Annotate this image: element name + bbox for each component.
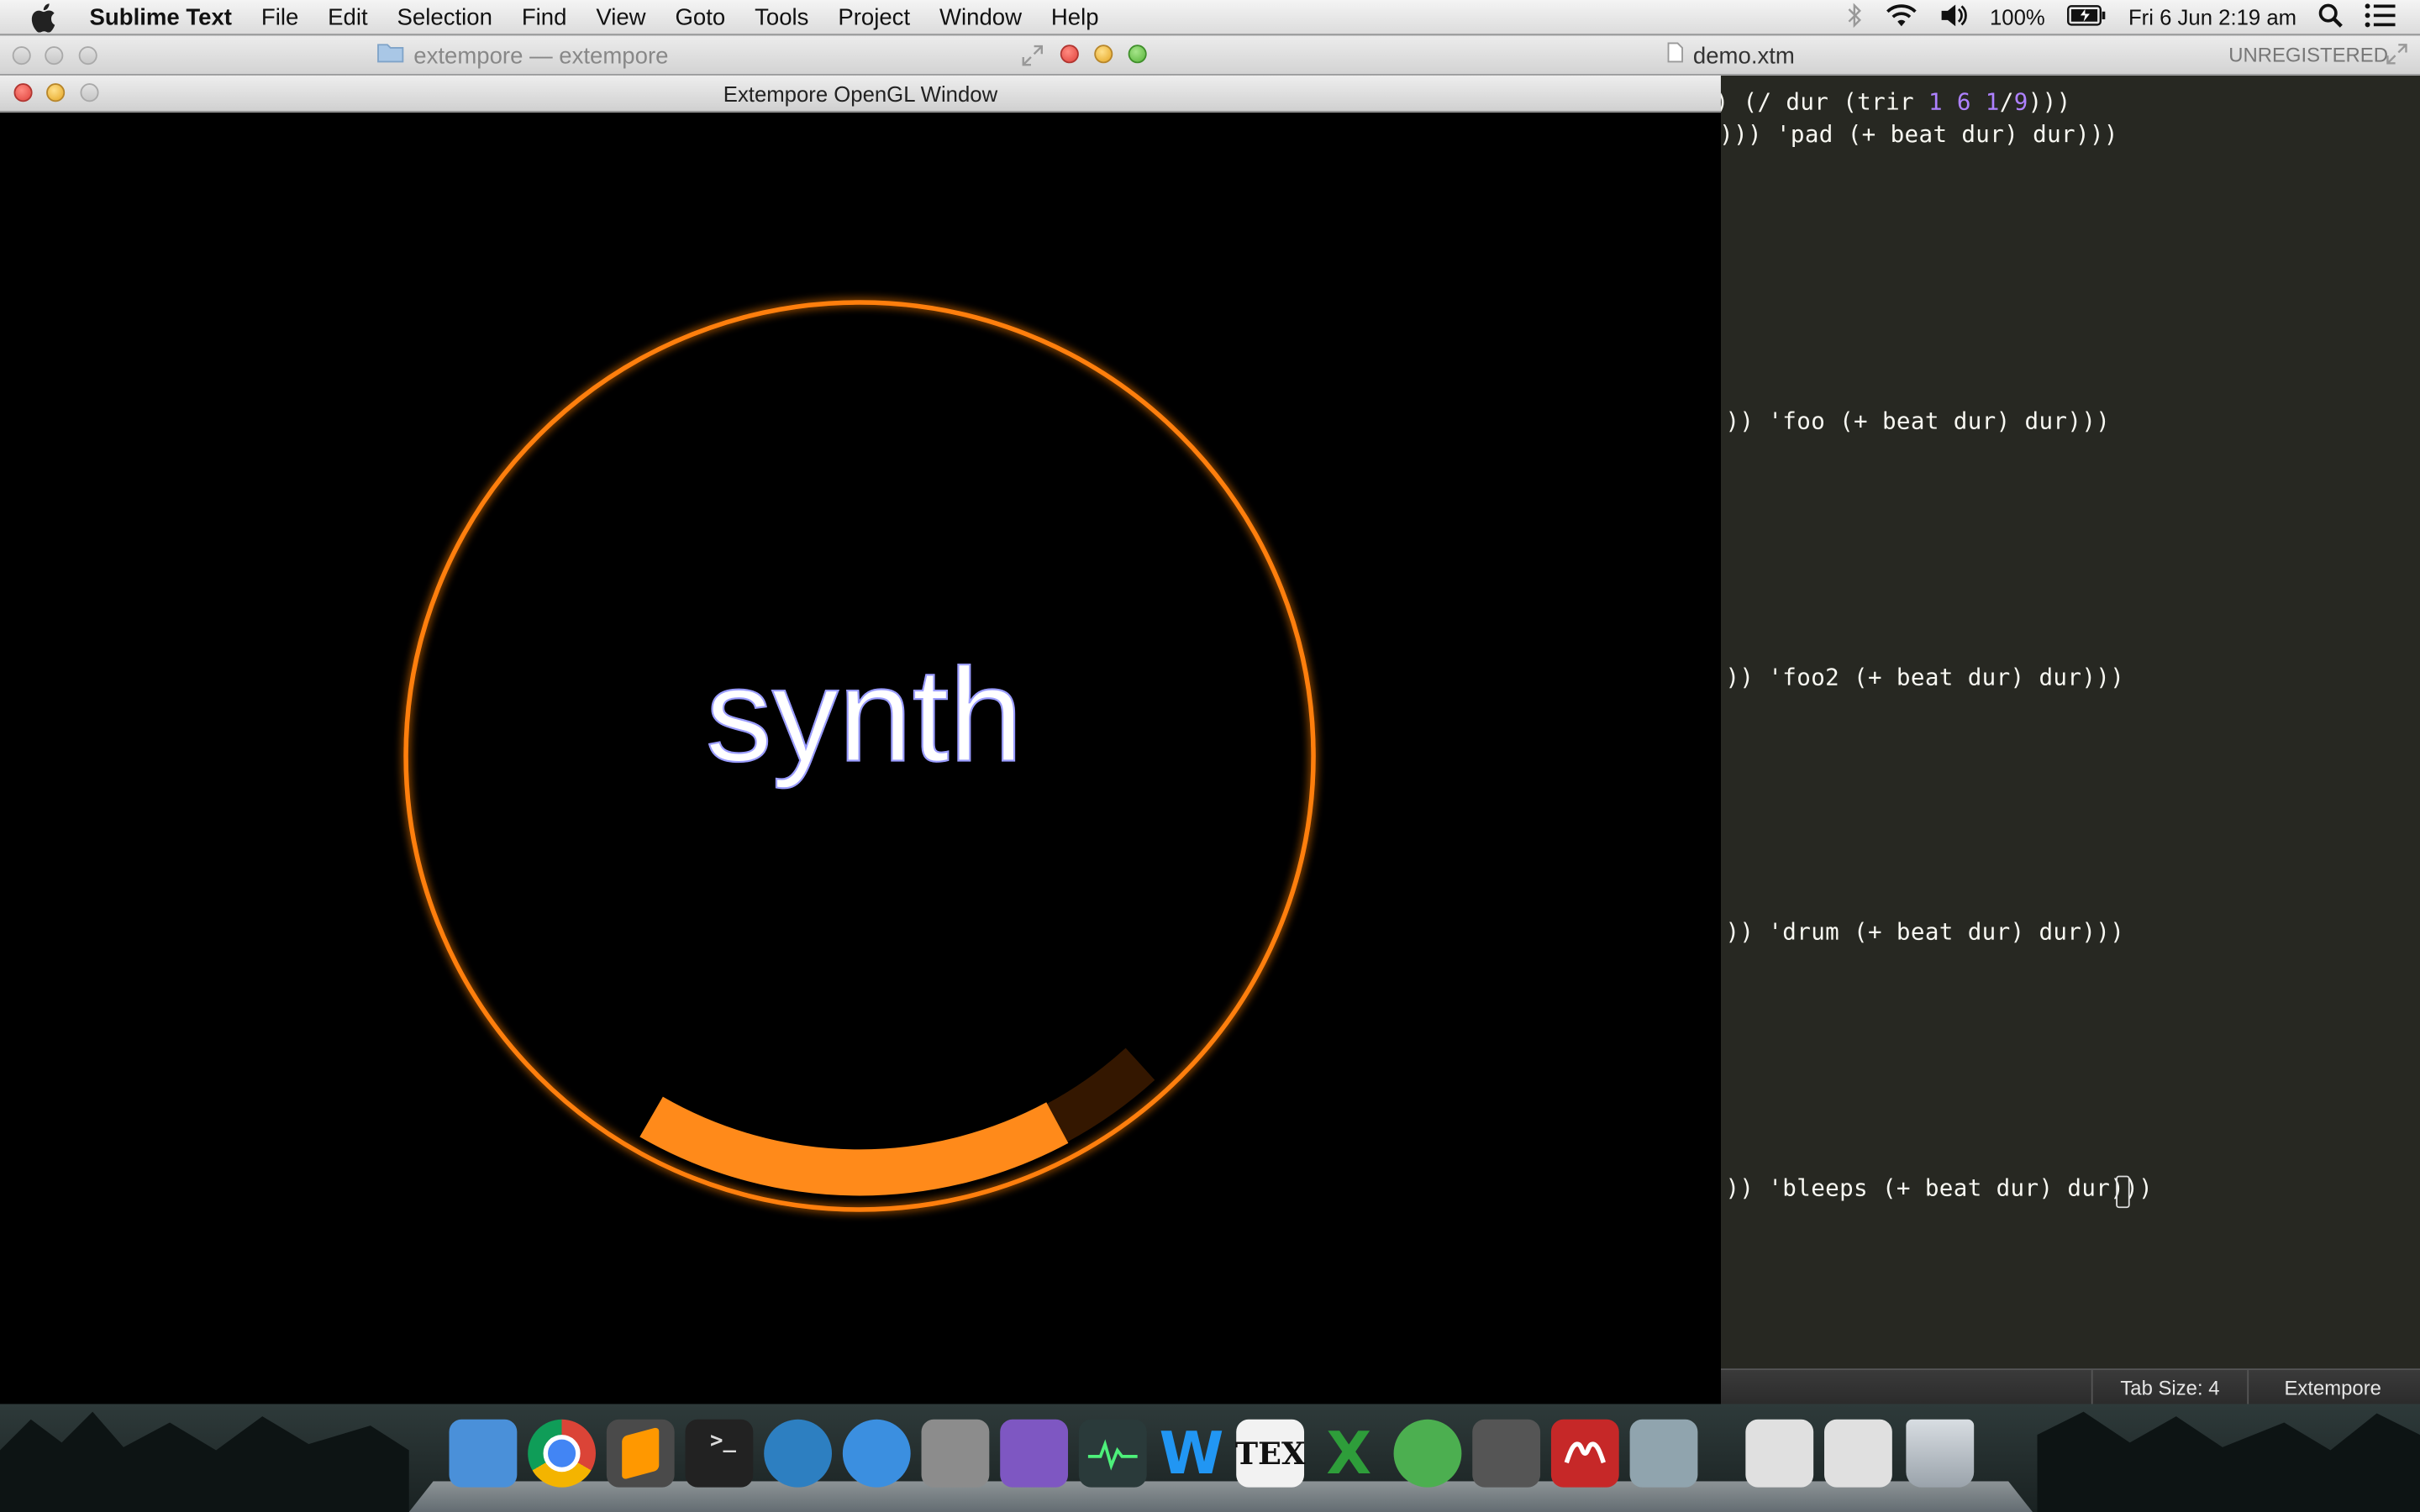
clock[interactable]: Fri 6 Jun 2:19 am xyxy=(2128,5,2296,29)
menubar: Sublime Text File Edit Selection Find Vi… xyxy=(0,0,2420,36)
code-editor[interactable]: ) (/ dur (trir 1 6 1/9))) ))) 'pad (+ be… xyxy=(1720,76,2420,1369)
code-line[interactable]: ))) 'pad (+ beat dur) dur))) xyxy=(1721,120,2118,148)
syntax-selector[interactable]: Extempore xyxy=(2245,1370,2420,1405)
fullscreen-icon[interactable] xyxy=(1022,45,1044,74)
excel-icon[interactable]: X xyxy=(1315,1420,1383,1488)
menu-edit[interactable]: Edit xyxy=(328,4,367,30)
opengl-window: Extempore OpenGL Window synth xyxy=(0,76,1721,1404)
menu-app-name[interactable]: Sublime Text xyxy=(90,4,232,30)
minimize-icon[interactable] xyxy=(1094,45,1113,64)
menu-selection[interactable]: Selection xyxy=(397,4,492,30)
console-icon[interactable] xyxy=(1472,1419,1541,1488)
menu-file[interactable]: File xyxy=(261,4,298,30)
text-cursor xyxy=(2116,1175,2130,1209)
document-icon xyxy=(1667,42,1684,70)
menu-project[interactable]: Project xyxy=(838,4,910,30)
activity-monitor-icon[interactable] xyxy=(1078,1419,1147,1488)
inactive-zoom-icon[interactable] xyxy=(78,46,97,66)
file-window-title: demo.xtm xyxy=(1667,42,1795,70)
progress-arc xyxy=(639,1096,1069,1196)
menu-view[interactable]: View xyxy=(596,4,645,30)
inactive-close-icon[interactable] xyxy=(12,46,31,66)
file-title-text: demo.xtm xyxy=(1692,42,1795,69)
code-line[interactable]: ) (/ dur (trir 1 6 1/9))) xyxy=(1721,88,2071,116)
project-title-text: extempore — extempore xyxy=(413,42,669,69)
code-line[interactable]: )) 'foo (+ beat dur) dur))) xyxy=(1725,407,2110,435)
trash-icon[interactable] xyxy=(1906,1419,1975,1488)
arc-trail xyxy=(1046,1047,1155,1142)
apple-menu-icon[interactable] xyxy=(31,2,62,33)
dock: >_ W TEX X xyxy=(408,1419,2033,1512)
code-line[interactable]: )) 'bleeps (+ beat dur) dur))) xyxy=(1725,1174,2153,1202)
spotlight-search-icon[interactable] xyxy=(2318,3,2343,32)
synth-label: synth xyxy=(706,642,1023,790)
menu-find[interactable]: Find xyxy=(522,4,567,30)
utorrent-icon[interactable] xyxy=(1393,1419,1462,1488)
menu-goto[interactable]: Goto xyxy=(675,4,725,30)
close-icon[interactable] xyxy=(1060,45,1079,64)
opengl-canvas[interactable]: synth xyxy=(0,113,1721,1404)
downloads-stack-icon[interactable] xyxy=(1824,1419,1892,1488)
code-line[interactable]: )) 'foo2 (+ beat dur) dur))) xyxy=(1725,664,2124,691)
visualization: synth xyxy=(403,300,1316,1212)
itunes-icon[interactable] xyxy=(842,1419,911,1488)
menu-tools[interactable]: Tools xyxy=(755,4,808,30)
finder-icon[interactable] xyxy=(449,1419,518,1488)
inactive-minimize-icon[interactable] xyxy=(45,46,64,66)
folder-icon xyxy=(376,42,404,70)
terminal-icon[interactable]: >_ xyxy=(685,1419,754,1488)
tex-icon[interactable]: TEX xyxy=(1235,1419,1306,1488)
fullscreen-icon[interactable] xyxy=(2386,43,2408,72)
notification-center-icon[interactable] xyxy=(2365,3,2396,32)
chrome-icon[interactable] xyxy=(528,1419,596,1488)
word-icon[interactable]: W xyxy=(1158,1420,1226,1488)
system-preferences-icon[interactable] xyxy=(921,1419,990,1488)
volume-icon[interactable] xyxy=(1940,3,1968,32)
opengl-window-title: Extempore OpenGL Window xyxy=(723,81,998,107)
rocket-icon[interactable] xyxy=(1000,1419,1069,1488)
sourcetree-icon[interactable] xyxy=(764,1419,832,1488)
project-window-title: extempore — extempore xyxy=(376,42,668,70)
sublime-window-titlebar: extempore — extempore demo.xtm UNREGISTE… xyxy=(0,35,2420,76)
battery-icon[interactable] xyxy=(2067,4,2107,30)
preview-icon[interactable] xyxy=(1629,1419,1698,1488)
status-bar: Tab Size: 4 Extempore xyxy=(1720,1368,2420,1406)
tab-size-selector[interactable]: Tab Size: 4 xyxy=(2091,1370,2249,1406)
opengl-window-titlebar: Extempore OpenGL Window xyxy=(0,76,1721,113)
code-line[interactable]: )) 'drum (+ beat dur) dur))) xyxy=(1725,918,2124,946)
wifi-icon[interactable] xyxy=(1885,3,1918,32)
bluetooth-icon[interactable] xyxy=(1848,2,1863,32)
menu-window[interactable]: Window xyxy=(939,4,1022,30)
battery-percentage: 100% xyxy=(1990,4,2045,29)
documents-stack-icon[interactable] xyxy=(1745,1419,1814,1488)
mendeley-icon[interactable] xyxy=(1550,1419,1619,1488)
zoom-icon[interactable] xyxy=(1128,45,1147,64)
menu-help[interactable]: Help xyxy=(1051,4,1099,30)
sublime-icon[interactable] xyxy=(606,1419,675,1488)
unregistered-label: UNREGISTERED xyxy=(2228,43,2388,66)
